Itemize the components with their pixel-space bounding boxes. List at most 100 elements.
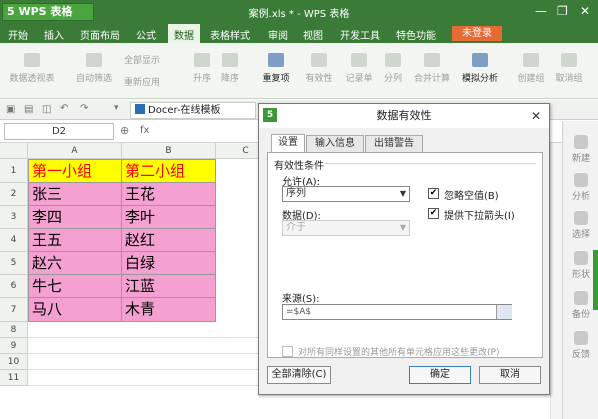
source-input[interactable]: =$A$ — [282, 304, 512, 320]
quick-preview-icon[interactable]: ◫ — [42, 104, 51, 115]
name-box[interactable]: D2 — [4, 123, 114, 140]
cell-a4[interactable]: 王五 — [28, 229, 122, 252]
apply-all-checkbox[interactable] — [282, 346, 293, 357]
split-icon — [385, 53, 401, 67]
cell-a5[interactable]: 赵六 — [28, 252, 122, 275]
autofilter-button[interactable]: 自动筛选 — [72, 53, 116, 84]
validity-button[interactable]: 有效性 — [302, 53, 336, 84]
close-icon[interactable]: ✕ — [580, 4, 590, 18]
dialog-close-icon[interactable]: ✕ — [528, 108, 544, 124]
sort-desc-button[interactable]: 降序 — [218, 53, 242, 84]
cell-b7[interactable]: 木青 — [122, 298, 216, 322]
cell-a2[interactable]: 张三 — [28, 183, 122, 206]
consolidate-button[interactable]: 合并计算 — [410, 53, 454, 84]
reapply-button[interactable]: 重新应用 — [124, 75, 160, 88]
tab-settings[interactable]: 设置 — [271, 134, 305, 153]
cell-b5[interactable]: 白绿 — [122, 252, 216, 275]
column-header-a[interactable]: A — [28, 143, 122, 159]
menu-review[interactable]: 审阅 — [268, 27, 288, 42]
new-icon — [574, 135, 588, 149]
undo-icon[interactable]: ↶ — [60, 103, 68, 114]
row-header[interactable]: 1 — [0, 159, 28, 183]
fx-icon[interactable]: fx — [140, 125, 149, 136]
duplicates-button[interactable]: 重复项 — [256, 53, 296, 84]
select-all-corner[interactable] — [0, 143, 28, 159]
group-divider — [324, 163, 536, 164]
text-to-columns-button[interactable]: 分列 — [380, 53, 406, 84]
row-header[interactable]: 8 — [0, 322, 28, 338]
create-group-button[interactable]: 创建组 — [514, 53, 548, 84]
sidebar-item-select[interactable]: 选择 — [563, 211, 598, 240]
pivot-table-icon — [24, 53, 40, 67]
menu-table-style[interactable]: 表格样式 — [210, 27, 250, 42]
menu-insert[interactable]: 插入 — [44, 27, 64, 42]
row-header[interactable]: 5 — [0, 252, 28, 275]
menu-developer[interactable]: 开发工具 — [340, 27, 380, 42]
clear-all-button[interactable]: 全部清除(C) — [267, 366, 331, 384]
row-header[interactable]: 4 — [0, 229, 28, 252]
spreadsheet[interactable]: A B C 1 2 3 4 5 6 7 8 9 10 11 第一小组 第二小组 … — [0, 143, 276, 419]
ungroup-button[interactable]: 取消组 — [552, 53, 586, 84]
allow-select[interactable]: 序列 ▼ — [282, 186, 410, 202]
row-header[interactable]: 3 — [0, 206, 28, 229]
validity-icon — [311, 53, 327, 67]
wps-dialog-icon: 5 — [263, 108, 277, 122]
sidebar-item-new[interactable]: 新建 — [563, 135, 598, 164]
row-header[interactable]: 6 — [0, 275, 28, 298]
data-select[interactable]: 介于 ▼ — [282, 220, 410, 236]
menu-special[interactable]: 特色功能 — [396, 27, 436, 42]
menu-page-layout[interactable]: 页面布局 — [80, 27, 120, 42]
cell-a1[interactable]: 第一小组 — [28, 159, 122, 183]
docer-tab[interactable]: Docer-在线模板 — [130, 102, 256, 119]
ok-button[interactable]: 确定 — [409, 366, 471, 384]
range-picker-icon[interactable] — [496, 305, 512, 319]
cell-b4[interactable]: 赵红 — [122, 229, 216, 252]
maximize-icon[interactable]: ❐ — [557, 4, 568, 18]
ungroup-icon — [561, 53, 577, 67]
row-header[interactable]: 9 — [0, 338, 28, 354]
cell-b2[interactable]: 王花 — [122, 183, 216, 206]
what-if-icon — [472, 53, 488, 67]
minimize-icon[interactable]: — — [535, 4, 547, 18]
cell-a7[interactable]: 马八 — [28, 298, 122, 322]
show-all-button[interactable]: 全部显示 — [124, 53, 160, 66]
sort-asc-button[interactable]: 升序 — [190, 53, 214, 84]
zoom-icon[interactable]: ⊕ — [120, 124, 129, 137]
row-header[interactable]: 11 — [0, 370, 28, 386]
dialog-title-bar[interactable]: 5 数据有效性 ✕ — [259, 104, 549, 128]
cell-a6[interactable]: 牛七 — [28, 275, 122, 298]
record-form-button[interactable]: 记录单 — [342, 53, 376, 84]
tab-input-message[interactable]: 输入信息 — [306, 135, 364, 152]
tab-error-alert[interactable]: 出错警告 — [365, 135, 423, 152]
menu-bar: 开始 插入 页面布局 公式 数据 表格样式 审阅 视图 开发工具 特色功能 未登… — [0, 24, 598, 43]
quick-save-icon[interactable]: ▣ — [6, 104, 15, 115]
sidebar-item-feedback[interactable]: 反馈 — [563, 331, 598, 360]
record-form-icon — [351, 53, 367, 67]
login-button[interactable]: 未登录 — [452, 26, 502, 41]
chevron-down-icon[interactable]: ▾ — [114, 103, 119, 113]
ignore-blank-checkbox[interactable]: ✔ — [428, 188, 439, 199]
column-header-b[interactable]: B — [122, 143, 216, 159]
cell-b6[interactable]: 江蓝 — [122, 275, 216, 298]
menu-formula[interactable]: 公式 — [136, 27, 156, 42]
redo-icon[interactable]: ↷ — [80, 103, 88, 114]
menu-view[interactable]: 视图 — [303, 27, 323, 42]
pivot-table-button[interactable]: 数据透视表 — [6, 53, 58, 84]
cancel-button[interactable]: 取消 — [479, 366, 541, 384]
sidebar-item-analyze[interactable]: 分析 — [563, 173, 598, 202]
grid-line — [28, 353, 258, 354]
dropdown-arrow-label: 提供下拉箭头(I) — [444, 211, 515, 222]
row-header[interactable]: 10 — [0, 354, 28, 370]
row-header[interactable]: 2 — [0, 183, 28, 206]
menu-data[interactable]: 数据 — [168, 24, 200, 43]
dropdown-arrow-checkbox[interactable]: ✔ — [428, 208, 439, 219]
cell-a3[interactable]: 李四 — [28, 206, 122, 229]
cell-b3[interactable]: 李叶 — [122, 206, 216, 229]
apply-all-label: 对所有同样设置的其他所有单元格应用这些更改(P) — [298, 348, 500, 358]
what-if-button[interactable]: 模拟分析 — [458, 53, 502, 84]
menu-home[interactable]: 开始 — [8, 27, 28, 42]
cell-b1[interactable]: 第二小组 — [122, 159, 216, 183]
vertical-scrollbar[interactable] — [550, 143, 562, 419]
quick-print-icon[interactable]: ▤ — [24, 104, 33, 115]
row-header[interactable]: 7 — [0, 298, 28, 322]
